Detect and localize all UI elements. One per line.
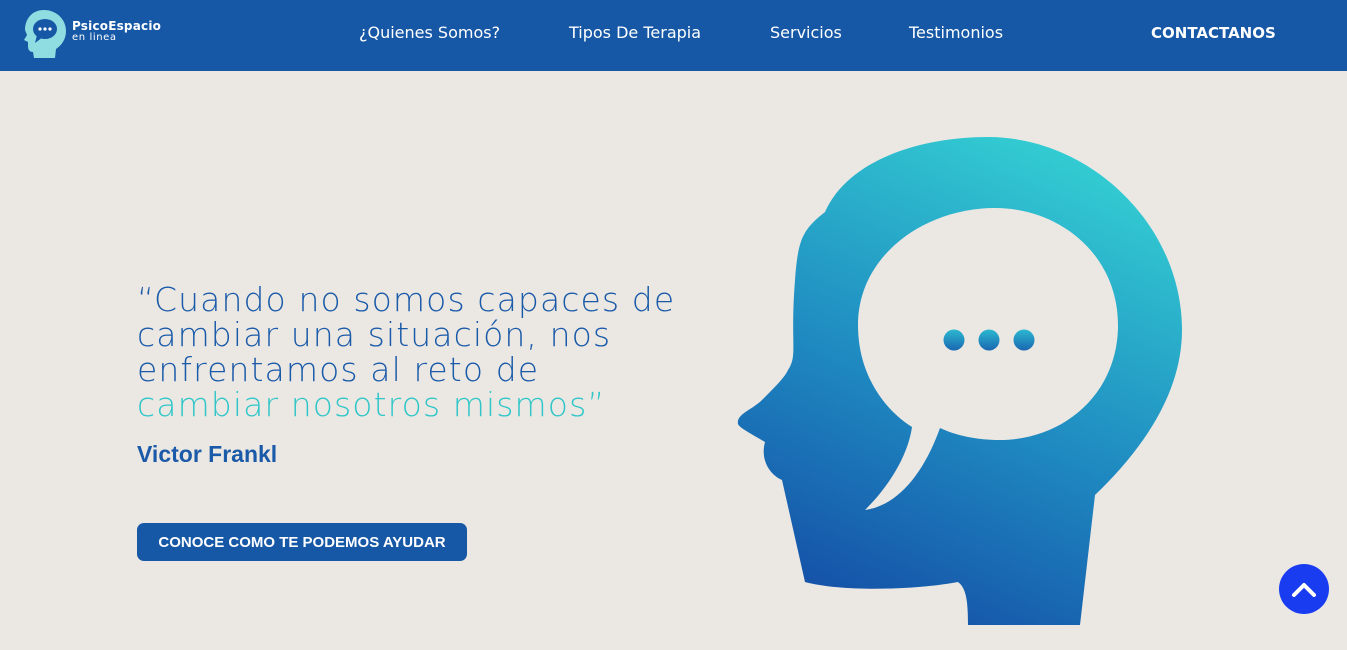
quote-line-3: enfrentamos al reto de — [137, 350, 540, 389]
nav-link-tipos-de-terapia[interactable]: Tipos De Terapia — [569, 22, 701, 44]
brand-tagline: en linea — [72, 32, 117, 43]
quote-line-1: “Cuando no somos capaces de — [137, 280, 676, 319]
nav-link-testimonios[interactable]: Testimonios — [909, 22, 1003, 44]
quote-author: Victor Frankl — [137, 441, 278, 467]
brand-name: PsicoEspacio — [72, 19, 162, 33]
nav-link-contactanos[interactable]: CONTACTANOS — [1151, 22, 1276, 44]
nav-link-servicios[interactable]: Servicios — [770, 22, 842, 44]
quote-accent-line: cambiar nosotros mismos” — [137, 385, 606, 424]
scroll-to-top-button[interactable] — [1279, 564, 1329, 614]
brand-logo[interactable]: PsicoEspacio en linea — [22, 9, 172, 61]
quote-line-2: cambiar una situación, nos — [137, 315, 612, 354]
help-cta-button[interactable]: CONOCE COMO TE PODEMOS AYUDAR — [137, 523, 467, 561]
logo-text: PsicoEspacio en linea — [72, 20, 161, 43]
hero-quote: “Cuando no somos capaces de cambiar una … — [137, 282, 737, 422]
chevron-up-icon — [1292, 583, 1316, 597]
top-navbar: PsicoEspacio en linea ¿Quienes Somos? Ti… — [0, 0, 1347, 71]
nav-link-quienes-somos[interactable]: ¿Quienes Somos? — [359, 22, 500, 44]
head-speech-bubble-icon — [24, 10, 66, 58]
head-speech-bubble-illustration — [737, 137, 1182, 625]
